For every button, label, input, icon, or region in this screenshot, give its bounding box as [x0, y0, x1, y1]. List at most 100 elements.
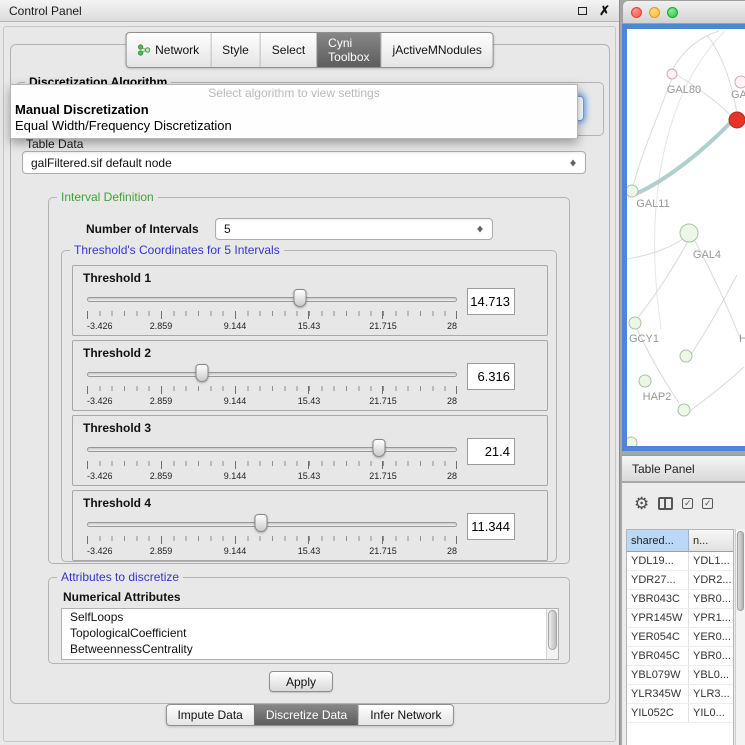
- network-focus-frame: GAL80 GA GAL11 GAL4 GCY1 H HAP2: [622, 24, 745, 451]
- cell-name[interactable]: YBR0...: [689, 647, 733, 665]
- tab-discretize-data[interactable]: Discretize Data: [254, 705, 358, 725]
- cell-shared-name[interactable]: YER054C: [627, 628, 689, 646]
- apply-button[interactable]: Apply: [269, 671, 333, 692]
- network-canvas[interactable]: GAL80 GA GAL11 GAL4 GCY1 H HAP2: [627, 29, 745, 446]
- network-node[interactable]: [735, 76, 745, 88]
- slider-track[interactable]: [87, 522, 457, 527]
- cell-name[interactable]: YLR3...: [689, 685, 733, 703]
- cell-shared-name[interactable]: YBR045C: [627, 647, 689, 665]
- threshold-4-slider[interactable]: -3.426 2.859 9.144 15.43 21.715 28: [87, 513, 457, 559]
- table-scrollbar[interactable]: [735, 529, 745, 745]
- slider-track[interactable]: [87, 297, 457, 302]
- slider-thumb[interactable]: [195, 364, 208, 382]
- cell-shared-name[interactable]: YDR27...: [627, 571, 689, 589]
- close-icon[interactable]: ✗: [599, 3, 610, 19]
- list-item[interactable]: TopologicalCoefficient: [62, 625, 558, 641]
- list-item[interactable]: SelfLoops: [62, 609, 558, 625]
- node-table: shared... n... YDL19... YDL1... YDR27...…: [626, 529, 734, 745]
- cell-name[interactable]: YER0...: [689, 628, 733, 646]
- numerical-attributes-list[interactable]: SelfLoops TopologicalCoefficient Between…: [61, 608, 559, 660]
- threshold-3-slider[interactable]: -3.426 2.859 9.144 15.43 21.715 28: [87, 438, 457, 484]
- network-node[interactable]: [680, 350, 692, 362]
- node-label: GAL80: [667, 84, 701, 96]
- scale-label: 28: [447, 396, 457, 406]
- zoom-traffic-light[interactable]: [667, 7, 678, 18]
- scale-label: -3.426: [87, 321, 113, 331]
- table-row[interactable]: YBR043C YBR0...: [627, 590, 733, 609]
- list-item[interactable]: BetweennessCentrality: [62, 641, 558, 657]
- cell-shared-name[interactable]: YIL052C: [627, 704, 689, 722]
- cell-name[interactable]: YIL0...: [689, 704, 733, 722]
- network-node[interactable]: [627, 185, 638, 197]
- threshold-4-value-field[interactable]: 11.344: [467, 513, 515, 540]
- cell-name[interactable]: YBR0...: [689, 590, 733, 608]
- scale-label: -3.426: [87, 471, 113, 481]
- table-row[interactable]: YIL052C YIL0...: [627, 704, 733, 723]
- network-node[interactable]: [629, 317, 641, 329]
- gear-icon[interactable]: ⚙: [634, 495, 649, 512]
- cyni-bottom-tabs: Impute Data Discretize Data Infer Networ…: [165, 704, 453, 726]
- tab-impute-data[interactable]: Impute Data: [166, 705, 253, 725]
- network-node-selected[interactable]: [729, 112, 745, 128]
- network-node[interactable]: [667, 69, 677, 79]
- numerical-attributes-label: Numerical Attributes: [63, 590, 181, 604]
- select-all-checkbox-icon[interactable]: ✓: [682, 498, 693, 509]
- cell-shared-name[interactable]: YBL079W: [627, 666, 689, 684]
- thresholds-group: Threshold's Coordinates for 5 Intervals …: [61, 250, 557, 562]
- table-row[interactable]: YER054C YER0...: [627, 628, 733, 647]
- threshold-label: Threshold 2: [83, 346, 151, 360]
- cell-name[interactable]: YBL0...: [689, 666, 733, 684]
- column-header-name[interactable]: n...: [689, 530, 733, 551]
- tab-label: Infer Network: [370, 708, 441, 722]
- tab-jactivemnodules[interactable]: jActiveMNodules: [381, 33, 493, 67]
- tab-network[interactable]: Network: [126, 33, 210, 67]
- cell-shared-name[interactable]: YBR043C: [627, 590, 689, 608]
- cell-shared-name[interactable]: YPR145W: [627, 609, 689, 627]
- cell-name[interactable]: YDL1...: [689, 552, 733, 570]
- threshold-2-value-field[interactable]: 6.316: [467, 363, 515, 390]
- cell-shared-name[interactable]: YLR345W: [627, 685, 689, 703]
- minimize-traffic-light[interactable]: [649, 7, 660, 18]
- threshold-2-slider[interactable]: -3.426 2.859 9.144 15.43 21.715 28: [87, 363, 457, 409]
- slider-thumb[interactable]: [254, 514, 267, 532]
- scale-label: 15.43: [298, 321, 321, 331]
- number-of-intervals-combobox[interactable]: 5: [215, 218, 493, 240]
- float-window-icon[interactable]: [578, 7, 587, 15]
- column-header-shared-name[interactable]: shared...: [627, 530, 689, 551]
- scrollbar-thumb[interactable]: [737, 531, 744, 611]
- columns-icon[interactable]: [658, 497, 673, 510]
- scale-label: 28: [447, 471, 457, 481]
- table-row[interactable]: YLR345W YLR3...: [627, 685, 733, 704]
- tab-infer-network[interactable]: Infer Network: [358, 705, 452, 725]
- slider-thumb[interactable]: [373, 439, 386, 457]
- scrollbar-thumb[interactable]: [548, 610, 557, 650]
- cell-name[interactable]: YDR2...: [689, 571, 733, 589]
- list-scrollbar[interactable]: [546, 609, 558, 659]
- table-row[interactable]: YBR045C YBR0...: [627, 647, 733, 666]
- table-data-combobox[interactable]: galFiltered.sif default node: [22, 151, 586, 174]
- network-node[interactable]: [639, 375, 651, 387]
- table-row[interactable]: YDL19... YDL1...: [627, 552, 733, 571]
- network-node[interactable]: [627, 437, 637, 446]
- threshold-1-slider[interactable]: -3.426 2.859 9.144 15.43 21.715 28: [87, 288, 457, 334]
- dropdown-option-equal-width-frequency[interactable]: Equal Width/Frequency Discretization: [11, 118, 577, 134]
- tab-cyni-toolbox[interactable]: Cyni Toolbox: [316, 33, 380, 67]
- threshold-label: Threshold 1: [83, 271, 151, 285]
- table-row[interactable]: YPR145W YPR1...: [627, 609, 733, 628]
- close-traffic-light[interactable]: [631, 7, 642, 18]
- cell-name[interactable]: YPR1...: [689, 609, 733, 627]
- network-node[interactable]: [678, 404, 690, 416]
- slider-track[interactable]: [87, 372, 457, 377]
- tab-style[interactable]: Style: [210, 33, 260, 67]
- slider-thumb[interactable]: [294, 289, 307, 307]
- table-row[interactable]: YBL079W YBL0...: [627, 666, 733, 685]
- threshold-1-value-field[interactable]: 14.713: [467, 288, 515, 315]
- network-node[interactable]: [680, 224, 698, 242]
- slider-track[interactable]: [87, 447, 457, 452]
- tab-select[interactable]: Select: [260, 33, 316, 67]
- table-row[interactable]: YDR27... YDR2...: [627, 571, 733, 590]
- threshold-3-value-field[interactable]: 21.4: [467, 438, 515, 465]
- dropdown-option-manual-discretization[interactable]: Manual Discretization: [11, 102, 577, 118]
- cell-shared-name[interactable]: YDL19...: [627, 552, 689, 570]
- select-none-checkbox-icon[interactable]: ✓: [702, 498, 713, 509]
